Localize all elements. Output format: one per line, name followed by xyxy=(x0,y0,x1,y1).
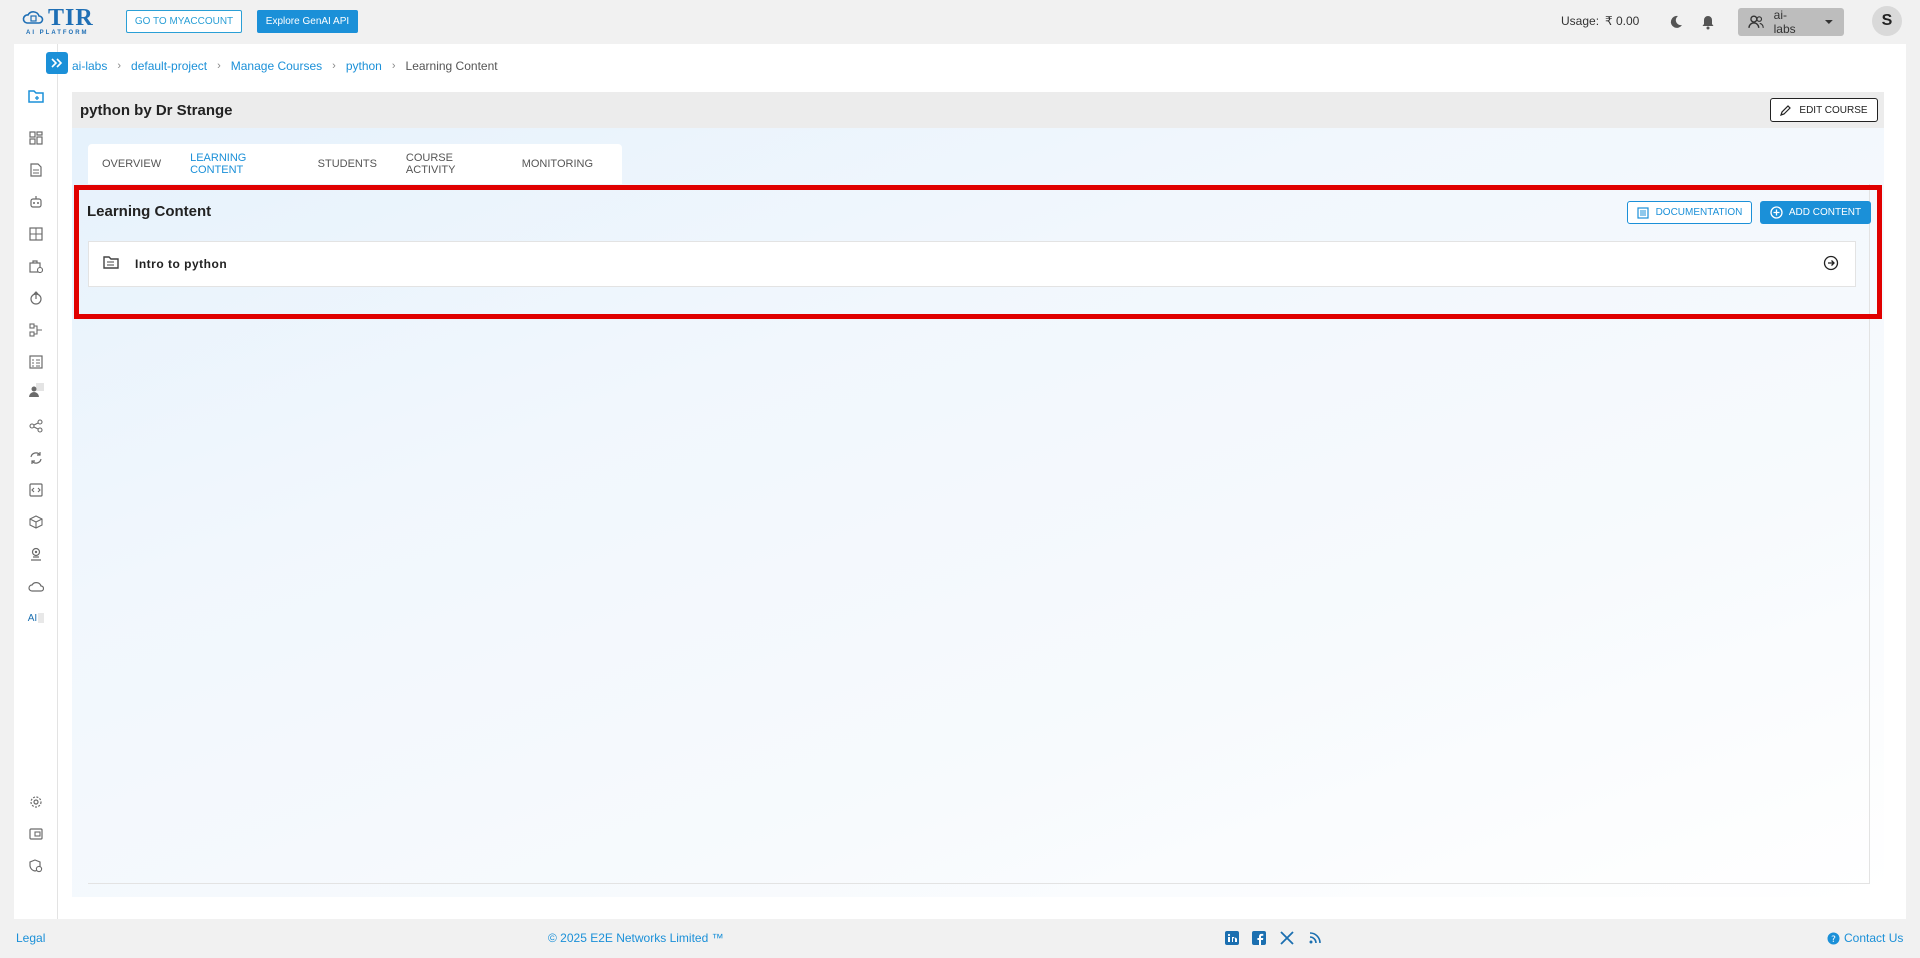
cloud-logo-icon xyxy=(22,11,44,24)
breadcrumb: ai-labs › default-project › Manage Cours… xyxy=(72,59,498,73)
copyright-text: © 2025 E2E Networks Limited ™ xyxy=(548,931,724,945)
breadcrumb-separator: › xyxy=(332,60,336,72)
linkedin-icon[interactable] xyxy=(1223,929,1241,947)
caret-down-icon xyxy=(1825,20,1834,24)
legal-link[interactable]: Legal xyxy=(16,931,45,945)
documentation-label: DOCUMENTATION xyxy=(1655,207,1743,218)
sidebar-projects-icon[interactable] xyxy=(26,86,46,106)
breadcrumb-separator: › xyxy=(117,60,122,72)
sidebar-ai-label: AI xyxy=(27,612,38,624)
breadcrumb-manage-courses[interactable]: Manage Courses xyxy=(231,59,322,73)
contact-us-link[interactable]: ? Contact Us xyxy=(1827,931,1903,945)
tab-students[interactable]: STUDENTS xyxy=(318,158,377,170)
top-bar: TIR AI PLATFORM GO TO MYACCOUNT Explore … xyxy=(0,0,1920,44)
go-to-myaccount-button[interactable]: GO TO MYACCOUNT xyxy=(126,10,242,33)
breadcrumb-ai-labs[interactable]: ai-labs xyxy=(72,59,107,73)
facebook-icon[interactable] xyxy=(1250,929,1268,947)
team-label: ai-labs xyxy=(1773,8,1796,36)
sidebar-model-icon[interactable] xyxy=(26,512,46,532)
sidebar: AI xyxy=(14,44,58,919)
tab-overview[interactable]: OVERVIEW xyxy=(102,158,161,170)
contact-us-label: Contact Us xyxy=(1844,931,1904,945)
course-title: python by Dr Strange xyxy=(80,101,233,119)
learning-content-title: Learning Content xyxy=(87,203,212,220)
sidebar-registry-icon[interactable] xyxy=(26,544,46,564)
rss-icon[interactable] xyxy=(1306,929,1324,947)
content-list-item[interactable]: Intro to python xyxy=(88,241,1856,287)
pencil-icon xyxy=(1780,105,1792,116)
sidebar-ai-labs-icon[interactable]: AI xyxy=(24,608,48,628)
sidebar-notebook-icon[interactable] xyxy=(26,160,46,180)
tab-monitoring[interactable]: MONITORING xyxy=(522,158,593,170)
tab-course-activity[interactable]: COURSE ACTIVITY xyxy=(406,152,493,176)
sidebar-share-icon[interactable] xyxy=(26,416,46,436)
footer: Legal © 2025 E2E Networks Limited ™ ? Co… xyxy=(0,919,1920,958)
double-chevron-right-icon xyxy=(51,58,63,68)
usage-label: Usage: xyxy=(1561,14,1600,28)
sidebar-deploy-icon[interactable] xyxy=(26,288,46,308)
add-content-label: ADD CONTENT xyxy=(1788,207,1862,218)
edit-course-button[interactable]: EDIT COURSE xyxy=(1770,98,1878,122)
brand-subtitle: AI PLATFORM xyxy=(26,30,89,36)
team-icon xyxy=(1748,15,1764,28)
breadcrumb-separator: › xyxy=(217,60,221,72)
add-circle-icon xyxy=(1770,206,1783,219)
breadcrumb-default-project[interactable]: default-project xyxy=(131,59,207,73)
sidebar-code-icon[interactable] xyxy=(26,480,46,500)
sidebar-jobs-icon[interactable] xyxy=(26,256,46,276)
explore-genai-api-button[interactable]: Explore GenAI API xyxy=(257,10,358,33)
sidebar-training-icon[interactable] xyxy=(26,380,46,400)
brand-name: TIR xyxy=(48,5,94,31)
arrow-circle-right-icon[interactable] xyxy=(1823,255,1841,273)
sidebar-cloud-icon[interactable] xyxy=(26,576,46,596)
breadcrumb-current: Learning Content xyxy=(405,59,498,73)
sidebar-dashboard-icon[interactable] xyxy=(26,128,46,148)
document-icon xyxy=(1636,206,1649,219)
breadcrumb-separator: › xyxy=(391,60,396,72)
svg-text:?: ? xyxy=(1831,935,1836,945)
course-header: python by Dr Strange EDIT COURSE xyxy=(72,92,1884,128)
sidebar-security-icon[interactable] xyxy=(26,856,46,876)
tab-learning-content[interactable]: LEARNING CONTENT xyxy=(190,152,289,176)
course-tabs: OVERVIEW LEARNING CONTENT STUDENTS COURS… xyxy=(88,144,622,184)
add-content-button[interactable]: ADD CONTENT xyxy=(1760,201,1871,224)
sidebar-pipeline-icon[interactable] xyxy=(26,320,46,340)
sidebar-agent-icon[interactable] xyxy=(26,192,46,212)
expand-sidebar-button[interactable] xyxy=(46,52,68,74)
sidebar-billing-icon[interactable] xyxy=(26,824,46,844)
content-item-label: Intro to python xyxy=(135,257,228,271)
user-avatar[interactable]: S xyxy=(1872,6,1902,36)
x-twitter-icon[interactable] xyxy=(1278,929,1296,947)
sidebar-sync-icon[interactable] xyxy=(26,448,46,468)
team-selector[interactable]: ai-labs xyxy=(1738,8,1844,36)
help-circle-icon: ? xyxy=(1827,932,1840,945)
dark-mode-icon[interactable] xyxy=(1666,12,1686,32)
tir-logo[interactable]: TIR AI PLATFORM xyxy=(22,6,104,38)
sidebar-datasets-icon[interactable] xyxy=(26,352,46,372)
sidebar-apps-icon[interactable] xyxy=(26,224,46,244)
usage-value: ₹ 0.00 xyxy=(1605,14,1640,28)
bell-icon[interactable] xyxy=(1698,12,1718,32)
usage-display: Usage: ₹ 0.00 xyxy=(1561,14,1639,28)
folder-icon xyxy=(103,255,121,273)
breadcrumb-python[interactable]: python xyxy=(346,59,382,73)
edit-course-label: EDIT COURSE xyxy=(1799,104,1868,116)
documentation-button[interactable]: DOCUMENTATION xyxy=(1627,201,1752,224)
sidebar-settings-icon[interactable] xyxy=(26,792,46,812)
